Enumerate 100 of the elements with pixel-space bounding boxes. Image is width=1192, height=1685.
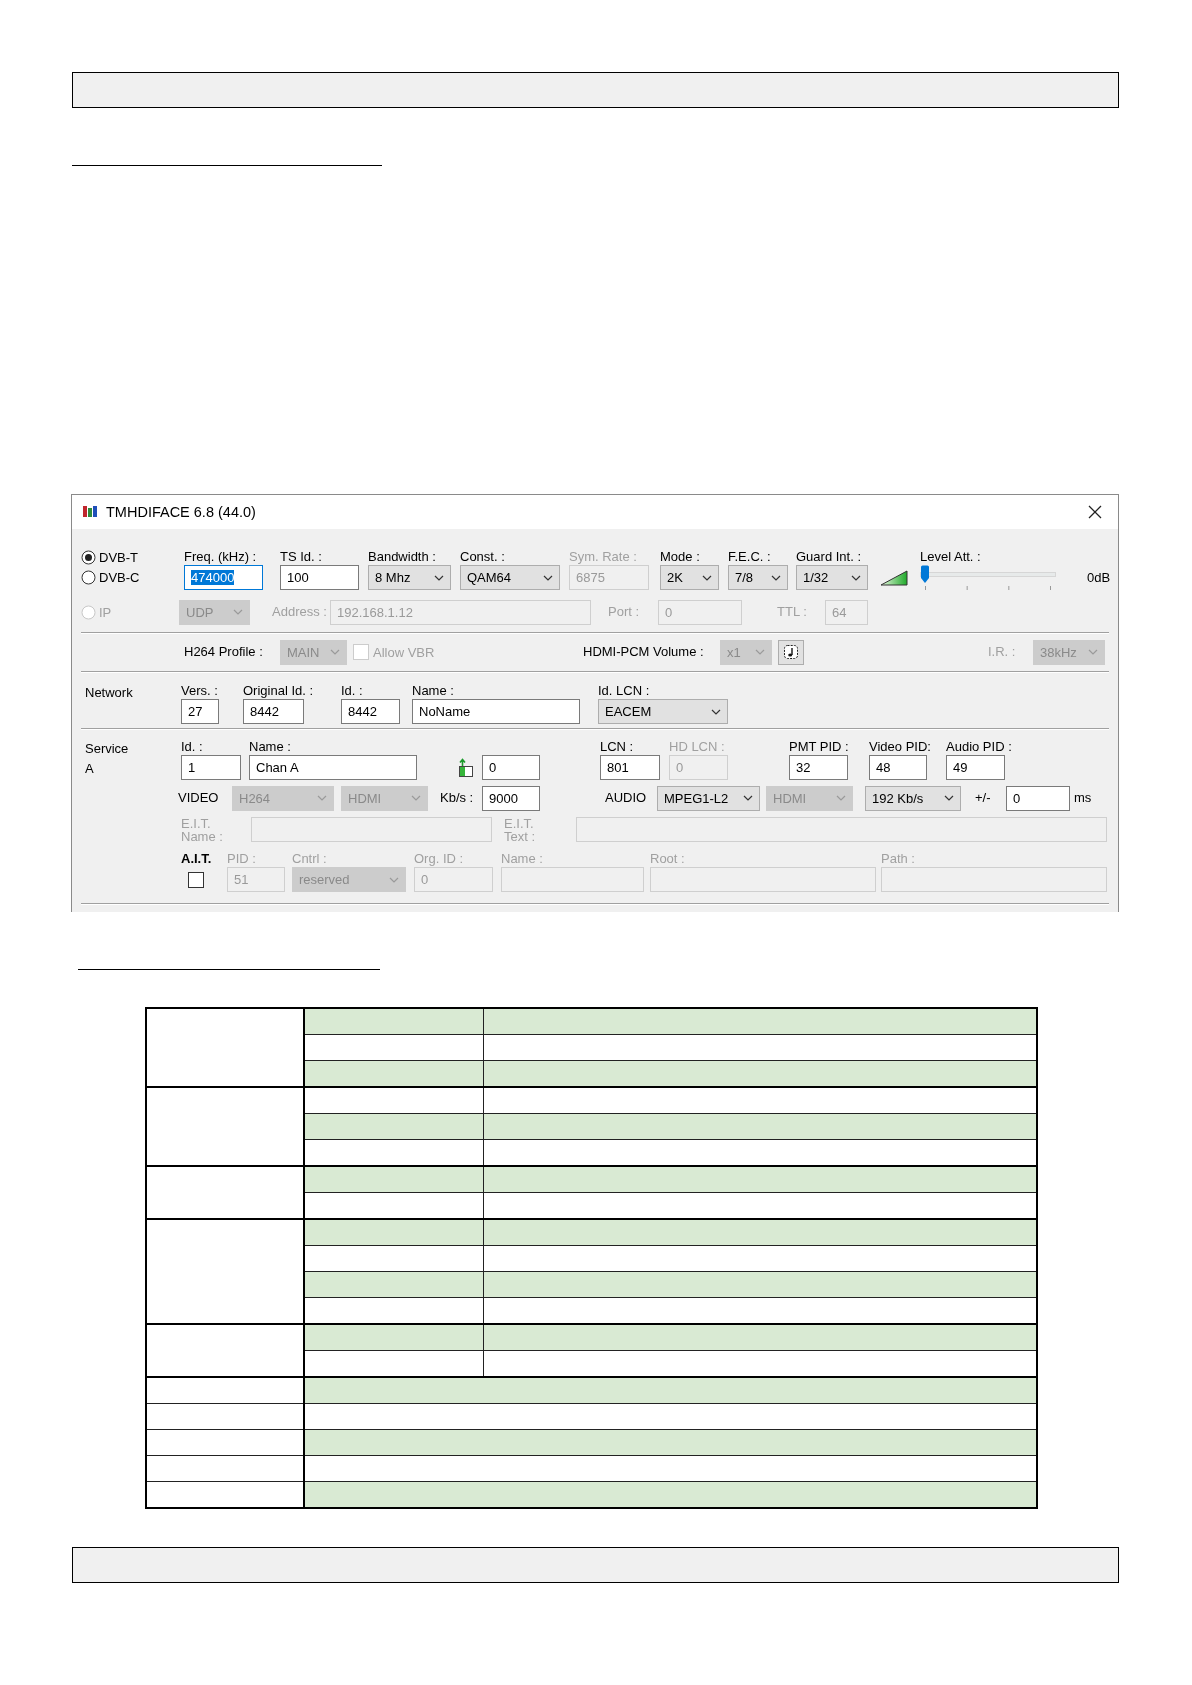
close-button[interactable] [1086, 503, 1104, 521]
chevron-icon [743, 795, 753, 801]
field-label: Id. : [181, 739, 204, 755]
field-label: HD LCN : [669, 739, 726, 755]
field-label: Address : [272, 604, 327, 620]
text-field[interactable]: 100 [280, 565, 359, 590]
field-label: +/- [975, 790, 991, 806]
radio-icon [81, 604, 96, 620]
chevron-icon [1088, 649, 1098, 655]
field-label: Path : [881, 851, 916, 867]
field-label: Id. : [341, 683, 364, 699]
chevron-icon [711, 708, 721, 715]
chevron-icon [755, 649, 765, 655]
window-title: TMHDIFACE 6.8 (44.0) [106, 504, 256, 520]
box-arrow-icon [458, 757, 475, 778]
field-label: H264 Profile : [184, 644, 263, 660]
text-field[interactable]: 49 [946, 755, 1005, 780]
field-label: Video PID: [869, 739, 932, 755]
field-label: PID : [227, 851, 257, 867]
dropdown[interactable]: MPEG1-L2 [657, 785, 760, 811]
field-label: I.R. : [988, 644, 1016, 660]
chevron-icon [543, 574, 553, 581]
dropdown[interactable]: 192 Kb/s [865, 785, 961, 811]
app-icon [82, 504, 98, 520]
field-label: Audio PID : [946, 739, 1012, 755]
field-label: Org. ID : [414, 851, 465, 867]
radio-button[interactable]: DVB-C [81, 570, 140, 585]
field-label: PMT PID : [789, 739, 850, 755]
field-label: 0dB [1087, 571, 1111, 584]
chevron-icon [702, 574, 712, 581]
text-field[interactable]: 8442 [341, 699, 400, 724]
field-label: LCN : [600, 739, 635, 755]
field-label: Kb/s : [440, 790, 474, 806]
text-field[interactable]: NoName [412, 699, 580, 724]
field-label: AUDIO [605, 790, 647, 806]
radio-icon [81, 549, 96, 565]
field-label: TS Id. : [280, 549, 323, 565]
field-label: Mode : [660, 549, 701, 565]
field-label: Vers. : [181, 683, 219, 699]
field-label: VIDEO [178, 790, 219, 806]
text-field[interactable]: 32 [789, 755, 848, 780]
field-label: A.I.T. [181, 851, 213, 867]
field-label: Cntrl : [292, 851, 328, 867]
dropdown[interactable]: 1/32 [796, 565, 868, 590]
text-field[interactable]: 9000 [482, 785, 540, 811]
text-field[interactable]: 801 [600, 755, 660, 780]
field-label: Name : [249, 739, 292, 755]
chevron-icon [233, 609, 243, 615]
field-label: Level Att. : [920, 549, 982, 565]
chevron-icon [944, 795, 954, 801]
dropdown[interactable]: EACEM [598, 699, 728, 724]
ramp-icon [880, 569, 909, 586]
chevron-icon [771, 574, 781, 581]
section-subtitle: A [85, 760, 95, 778]
dropdown[interactable]: 8 Mhz [368, 565, 451, 590]
chevron-icon [434, 574, 444, 581]
slider-thumb[interactable] [920, 565, 930, 584]
chevron-icon [389, 876, 399, 883]
field-label: F.E.C. : [728, 549, 772, 565]
note-icon [783, 644, 799, 660]
text-field[interactable]: 48 [869, 755, 927, 780]
field-label: Freq. (kHz) : [184, 549, 258, 565]
text-field[interactable]: 8442 [243, 699, 304, 724]
dropdown[interactable]: 2K [660, 565, 719, 590]
dropdown[interactable]: 7/8 [728, 565, 788, 590]
text-field[interactable]: 0 [1006, 785, 1070, 811]
radio-icon [81, 570, 96, 585]
field-label: Name : [412, 683, 455, 699]
field-label: ms [1074, 790, 1092, 806]
field-label: Const. : [460, 549, 506, 565]
text-field[interactable]: Chan A [249, 755, 417, 780]
text-field[interactable]: 0 [482, 755, 540, 780]
text-field[interactable]: 474000 [184, 565, 263, 590]
field-label: Bandwidth : [368, 549, 437, 565]
field-label: Root : [650, 851, 686, 867]
chevron-icon [411, 795, 421, 801]
chevron-icon [330, 649, 340, 655]
chevron-icon [836, 795, 846, 801]
checkbox-icon [353, 644, 369, 660]
field-label: Sym. Rate : [569, 549, 638, 565]
field-label: E.I.T. Name : [181, 816, 224, 843]
section-title: Service [85, 740, 130, 758]
close-icon [1086, 503, 1104, 521]
checkbox-icon [188, 871, 204, 888]
note-button[interactable] [778, 639, 804, 665]
slider[interactable] [920, 565, 1056, 590]
chevron-icon [851, 574, 861, 581]
dropdown[interactable]: QAM64 [460, 565, 560, 590]
field-label: Name : [501, 851, 544, 867]
field-label: HDMI-PCM Volume : [583, 644, 704, 660]
field-label: Port : [608, 604, 640, 620]
section-title: Network [85, 684, 134, 702]
field-label: Original Id. : [243, 683, 315, 699]
radio-button[interactable]: DVB-T [81, 549, 138, 565]
field-label: TTL : [777, 604, 807, 620]
text-field[interactable]: 1 [181, 755, 241, 780]
text-field[interactable]: 27 [181, 699, 219, 724]
chevron-icon [317, 795, 327, 801]
field-label: Id. LCN : [598, 683, 651, 699]
field-label: Guard Int. : [796, 549, 863, 565]
